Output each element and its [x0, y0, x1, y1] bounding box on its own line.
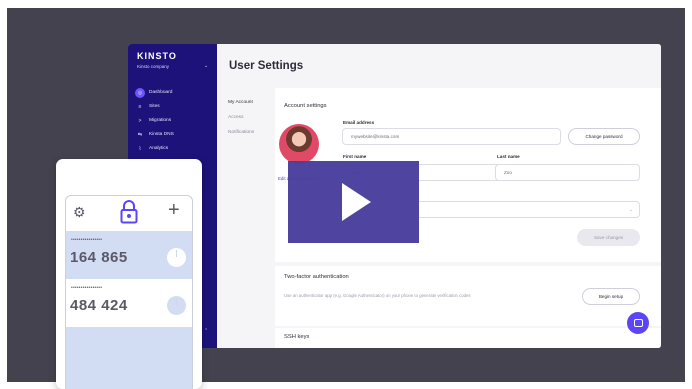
settings-subnav: My Account Access Notifications [228, 100, 254, 145]
sidebar-item-dns[interactable]: ⇆ Kinsta DNS [135, 129, 213, 140]
token-row[interactable]: •••••••••••••••• 164 865 [66, 231, 192, 279]
timer-icon [167, 248, 186, 267]
sidebar-item-migrations[interactable]: > Migrations [135, 115, 213, 126]
first-name-label: First name [343, 154, 367, 159]
email-value: mywebsite@kinsta.com [351, 134, 400, 139]
play-icon [342, 183, 371, 221]
page-title: User Settings [229, 60, 304, 72]
token-code: 164 865 [70, 249, 128, 266]
two-factor-description: Use an authenticator app (e.g. Google Au… [284, 293, 471, 298]
token-code: 484 424 [70, 297, 128, 314]
subnav-my-account[interactable]: My Account [228, 100, 254, 115]
email-label: Email address [343, 120, 375, 125]
analytics-icon: ⌇ [138, 145, 142, 152]
subnav-access[interactable]: Access [228, 115, 254, 130]
phone-mockup: ⚙ + •••••••••••••••• 164 865 •••••••••••… [56, 159, 202, 389]
ssh-keys-title: SSH keys [284, 334, 310, 340]
ssh-keys-card: SSH keys [275, 328, 661, 348]
collapse-icon[interactable]: ⌃ [204, 328, 208, 334]
gear-icon[interactable]: ⚙ [73, 204, 86, 221]
last-name-value: Zoo [504, 170, 512, 175]
chat-launcher-button[interactable] [627, 312, 649, 334]
last-name-label: Last name [497, 154, 520, 159]
migrations-icon: > [138, 117, 142, 124]
sidebar-item-label: Migrations [149, 118, 172, 123]
token-account-masked: •••••••••••••••• [71, 285, 103, 291]
authenticator-header: ⚙ + [66, 196, 192, 231]
sidebar-item-label: Kinsta DNS [149, 132, 174, 137]
timer-icon [167, 296, 186, 315]
add-icon[interactable]: + [168, 200, 180, 220]
video-play-button[interactable] [288, 161, 419, 243]
sidebar-item-dashboard[interactable]: ◎ Dashboard [135, 87, 213, 98]
two-factor-title: Two-factor authentication [284, 274, 349, 280]
last-name-field[interactable]: Zoo [495, 164, 640, 181]
sidebar-item-label: Analytics [149, 146, 169, 151]
sidebar-item-label: Dashboard [149, 90, 173, 95]
email-field[interactable]: mywebsite@kinsta.com [342, 128, 561, 145]
dns-icon: ⇆ [137, 131, 143, 138]
account-settings-title: Account settings [284, 103, 327, 109]
company-selector[interactable]: Kinsto company [137, 64, 169, 69]
sidebar-item-sites[interactable]: ≡ Sites [135, 101, 213, 112]
begin-setup-button[interactable]: Begin setup [582, 288, 640, 305]
token-row-empty [66, 327, 192, 389]
subnav-notifications[interactable]: Notifications [228, 130, 254, 145]
token-row[interactable]: •••••••••••••••• 484 424 [66, 279, 192, 327]
sidebar-item-label: Sites [149, 104, 160, 109]
main-content: User Settings My Account Access Notifica… [217, 44, 661, 348]
authenticator-app: ⚙ + •••••••••••••••• 164 865 •••••••••••… [65, 195, 193, 389]
chat-icon [633, 319, 643, 327]
dashboard-icon: ◎ [135, 87, 145, 98]
chevron-down-icon: ⌄ [628, 206, 633, 213]
save-changes-button[interactable]: Save changes [577, 229, 640, 246]
sidebar-item-analytics[interactable]: ⌇ Analytics [135, 143, 213, 154]
sites-icon: ≡ [138, 103, 142, 110]
two-factor-card: Two-factor authentication Use an authent… [275, 266, 661, 326]
lock-icon [120, 200, 138, 224]
token-account-masked: •••••••••••••••• [71, 237, 103, 243]
logo: KINSTO [137, 51, 177, 61]
change-password-button[interactable]: Change password [568, 128, 640, 145]
avatar [279, 124, 319, 164]
chevron-down-icon[interactable]: ⌄ [204, 63, 208, 69]
